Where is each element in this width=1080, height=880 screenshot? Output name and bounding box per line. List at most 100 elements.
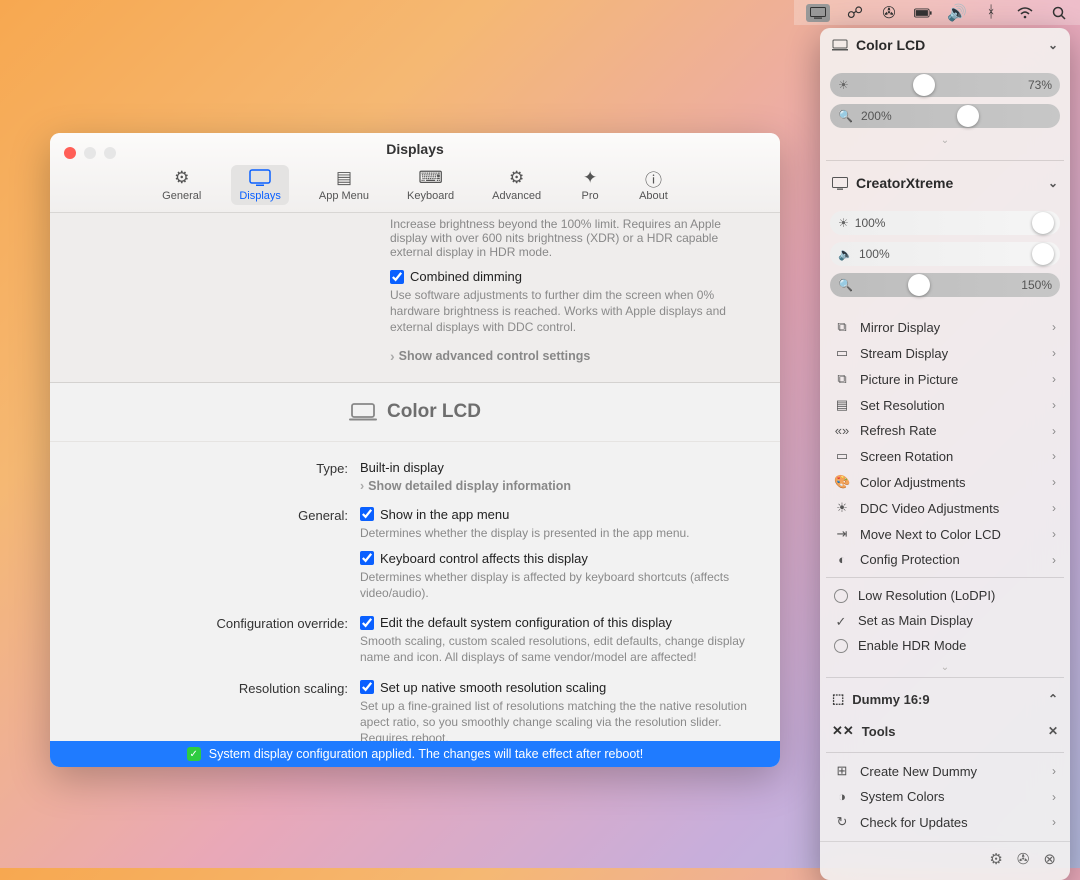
preferences-window: Displays ⚙︎General Displays ▤App Menu ⌨K… (50, 133, 780, 767)
show-advanced-control-link[interactable]: Show advanced control settings (390, 348, 740, 364)
battery-icon[interactable] (914, 4, 932, 22)
chevron-right-icon: › (1052, 501, 1056, 515)
item-icon: ▭ (834, 345, 850, 361)
menu-item-move-next-to-color-lcd[interactable]: ⇥Move Next to Color LCD› (820, 521, 1070, 547)
item-icon: ☀︎ (834, 500, 850, 516)
radio-icon (834, 639, 848, 653)
panel-display2-header[interactable]: CreatorXtreme ⌄ (820, 166, 1070, 200)
menu-item-ddc-video-adjustments[interactable]: ☀︎DDC Video Adjustments› (820, 495, 1070, 521)
show-in-menu-desc: Determines whether the display is presen… (360, 525, 750, 541)
tab-displays[interactable]: Displays (231, 165, 289, 205)
edit-config-checkbox[interactable]: Edit the default system configuration of… (360, 615, 750, 630)
chevron-right-icon: › (1052, 320, 1056, 334)
tab-general[interactable]: ⚙︎General (154, 165, 209, 205)
chevron-right-icon: › (1052, 815, 1056, 829)
menu-item-picture-in-picture[interactable]: ⧉Picture in Picture› (820, 366, 1070, 392)
chevron-right-icon: › (1052, 372, 1056, 386)
chevron-right-icon: › (1052, 527, 1056, 541)
tab-about[interactable]: ⓘAbout (631, 165, 676, 205)
display-menubar-icon[interactable] (806, 4, 830, 22)
search-icon[interactable] (1050, 4, 1068, 22)
chevron-down-icon: ⌄ (1048, 38, 1058, 52)
item-icon: ↻ (834, 814, 850, 830)
close-button[interactable] (64, 147, 76, 159)
radio-set-as-main-display[interactable]: ✓Set as Main Display (820, 608, 1070, 633)
native-smooth-desc: Set up a fine-grained list of resolution… (360, 698, 750, 747)
extra-create-new-dummy[interactable]: ⊞Create New Dummy› (820, 758, 1070, 784)
laptop-icon (832, 39, 848, 51)
brightness-slider-d1[interactable]: ☀︎ 73% (830, 73, 1060, 97)
volume-slider-d2[interactable]: 🔈 100% (830, 242, 1060, 266)
brightness-icon: ☀︎ (838, 216, 849, 230)
chevron-right-icon: › (1052, 398, 1056, 412)
item-icon: 🎨 (834, 474, 850, 490)
bluetooth-icon[interactable]: ᚼ (982, 4, 1000, 22)
extra-check-for-updates[interactable]: ↻Check for Updates› (820, 809, 1070, 835)
tab-pro[interactable]: ✦Pro (571, 165, 609, 205)
monitor-icon (832, 177, 848, 190)
keyboard-control-checkbox[interactable]: Keyboard control affects this display (360, 551, 750, 566)
titlebar: Displays ⚙︎General Displays ▤App Menu ⌨K… (50, 133, 780, 213)
override-label: Configuration override: (80, 615, 360, 665)
traffic-lights (64, 147, 116, 159)
banner-text: System display configuration applied. Th… (209, 747, 644, 761)
tools-menubar-icon[interactable]: ✇ (880, 4, 898, 22)
chevron-up-icon: ⌃ (1048, 692, 1058, 706)
item-icon: ⊞ (834, 763, 850, 779)
minimize-button[interactable] (84, 147, 96, 159)
native-smooth-checkbox[interactable]: Set up native smooth resolution scaling (360, 680, 750, 695)
chevron-right-icon: › (1052, 449, 1056, 463)
menu-item-config-protection[interactable]: ◐Config Protection› (820, 547, 1070, 572)
menu-item-color-adjustments[interactable]: 🎨Color Adjustments› (820, 469, 1070, 495)
combined-dimming-checkbox[interactable]: Combined dimming (390, 269, 740, 284)
window-title: Displays (50, 133, 780, 157)
edit-config-desc: Smooth scaling, custom scaled resolution… (360, 633, 750, 665)
tools-icon: ✕✕ (832, 723, 854, 739)
expand-dots[interactable]: ⌄ (820, 662, 1070, 672)
gear-icon[interactable]: ⚙︎ (989, 850, 1002, 868)
display-form: Type: Built-in display Show detailed dis… (50, 442, 780, 747)
power-icon[interactable]: ⊗ (1043, 850, 1056, 868)
brightness-slider-d2[interactable]: ☀︎ 100% (830, 211, 1060, 235)
item-icon: ⧉ (834, 319, 850, 335)
menubar-panel: Color LCD ⌄ ☀︎ 73% 🔍 200% ⌄ CreatorXtrem… (820, 28, 1070, 880)
tab-app-menu[interactable]: ▤App Menu (311, 165, 377, 205)
toolbar-tabs: ⚙︎General Displays ▤App Menu ⌨Keyboard ⚙… (50, 165, 780, 205)
zoom-button[interactable] (104, 147, 116, 159)
dummy-icon: ⬚ (832, 691, 844, 707)
item-icon: ◑ (834, 789, 850, 804)
panel-dummy-header[interactable]: ⬚ Dummy 16:9 ⌃ (820, 683, 1070, 715)
menu-item-mirror-display[interactable]: ⧉Mirror Display› (820, 314, 1070, 340)
zoom-slider-d1[interactable]: 🔍 200% (830, 104, 1060, 128)
menu-item-stream-display[interactable]: ▭Stream Display› (820, 340, 1070, 366)
chevron-down-icon: ⌄ (1048, 176, 1058, 190)
volume-icon[interactable]: 🔊 (948, 4, 966, 22)
menu-item-screen-rotation[interactable]: ▭Screen Rotation› (820, 443, 1070, 469)
item-icon: ⇥ (834, 526, 850, 542)
extra-system-colors[interactable]: ◑System Colors› (820, 784, 1070, 809)
menu-item-refresh-rate[interactable]: «»Refresh Rate› (820, 418, 1070, 443)
chevron-right-icon: › (1052, 346, 1056, 360)
wrench-icon[interactable]: ✇ (1017, 850, 1030, 868)
upper-section: Increase brightness beyond the 100% limi… (50, 213, 780, 383)
display-header: Color LCD (50, 383, 780, 442)
chevron-right-icon: › (1052, 424, 1056, 438)
radio-enable-hdr-mode[interactable]: Enable HDR Mode (820, 633, 1070, 658)
show-detailed-info-link[interactable]: Show detailed display information (360, 479, 750, 493)
dropbox-icon[interactable]: ☍ (846, 4, 864, 22)
zoom-icon: 🔍 (838, 278, 853, 292)
type-label: Type: (80, 460, 360, 493)
show-in-menu-checkbox[interactable]: Show in the app menu (360, 507, 750, 522)
volume-icon: 🔈 (838, 247, 853, 261)
expand-dots[interactable]: ⌄ (830, 135, 1060, 145)
tab-advanced[interactable]: ⚙︎Advanced (484, 165, 549, 205)
wifi-icon[interactable] (1016, 4, 1034, 22)
chevron-right-icon: › (1052, 764, 1056, 778)
zoom-icon: 🔍 (838, 109, 853, 123)
radio-low-resolution-lodpi-[interactable]: Low Resolution (LoDPI) (820, 583, 1070, 608)
menu-item-set-resolution[interactable]: ▤Set Resolution› (820, 392, 1070, 418)
zoom-slider-d2[interactable]: 🔍 150% (830, 273, 1060, 297)
panel-display1-header[interactable]: Color LCD ⌄ (820, 28, 1070, 62)
panel-tools-header[interactable]: ✕✕ Tools ✕ (820, 715, 1070, 747)
tab-keyboard[interactable]: ⌨Keyboard (399, 165, 462, 205)
